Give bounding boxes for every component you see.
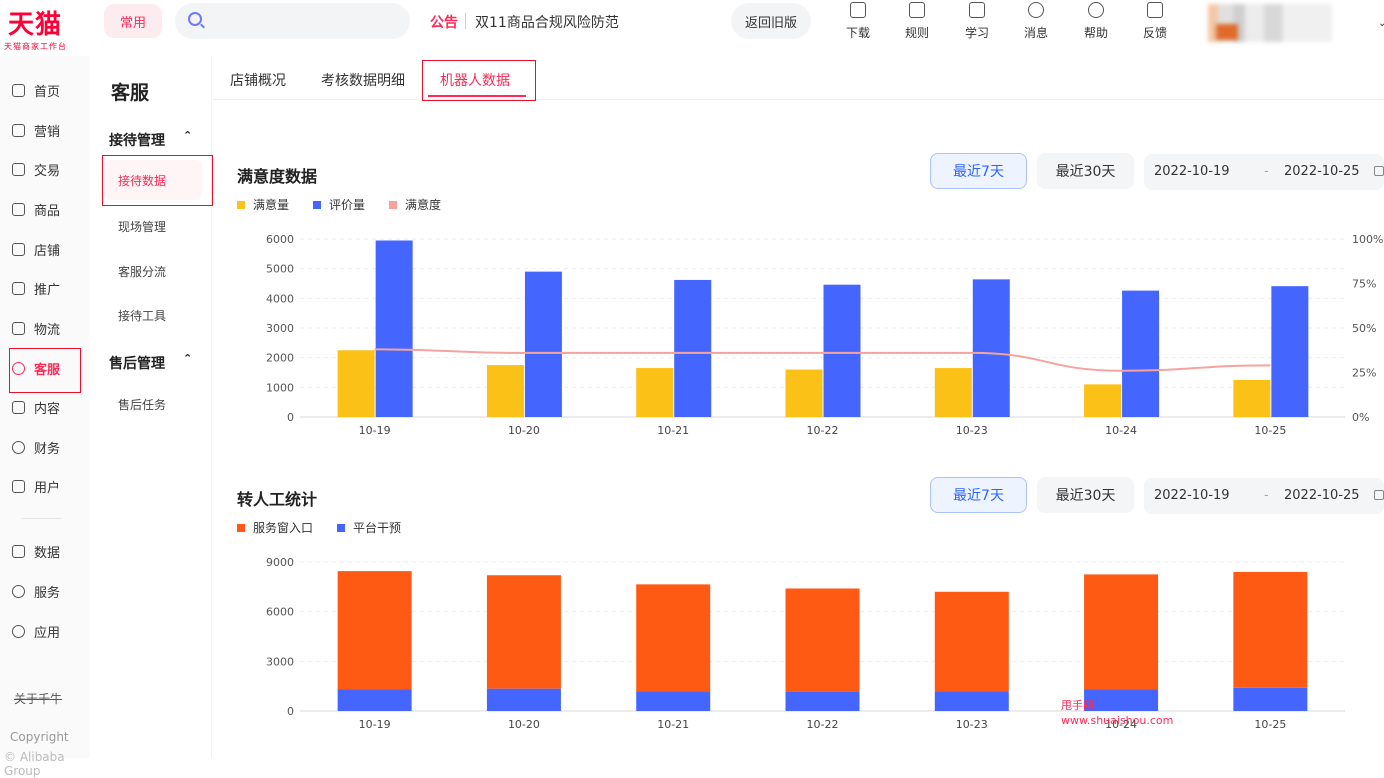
transfer-chart: 0 3000 6000 9000 10-19 10-20 10-21 10-22 10-23 10… <box>266 556 1345 731</box>
y-tick-label: 6000 <box>266 606 294 619</box>
bar-service-window <box>785 588 860 692</box>
x-tick-label: 10-20 <box>508 718 540 731</box>
y-tick-label: 9000 <box>266 556 294 569</box>
watermark-url: www.shuaishou.com <box>1061 714 1174 727</box>
x-tick-label: 10-21 <box>657 718 689 731</box>
bar-service-window <box>1084 574 1159 690</box>
y-tick-label: 0 <box>287 705 294 718</box>
bar-platform-intervention <box>337 689 412 711</box>
bar-platform-intervention <box>636 691 711 711</box>
x-tick-label: 10-23 <box>956 718 988 731</box>
bar-service-window <box>337 571 412 690</box>
x-tick-label: 10-25 <box>1254 718 1286 731</box>
x-tick-label: 10-22 <box>807 718 839 731</box>
bar-service-window <box>486 575 561 689</box>
bar-service-window <box>636 584 711 692</box>
bar-platform-intervention <box>1084 689 1159 711</box>
y-tick-label: 3000 <box>266 655 294 668</box>
bar-platform-intervention <box>934 691 1009 711</box>
watermark-text: 甩手网 <box>1061 699 1094 712</box>
bar-platform-intervention <box>1233 687 1308 711</box>
x-tick-label: 10-19 <box>359 718 391 731</box>
bar-platform-intervention <box>785 691 860 711</box>
bar-platform-intervention <box>486 688 561 711</box>
bar-service-window <box>934 591 1009 692</box>
bar-service-window <box>1233 571 1308 688</box>
